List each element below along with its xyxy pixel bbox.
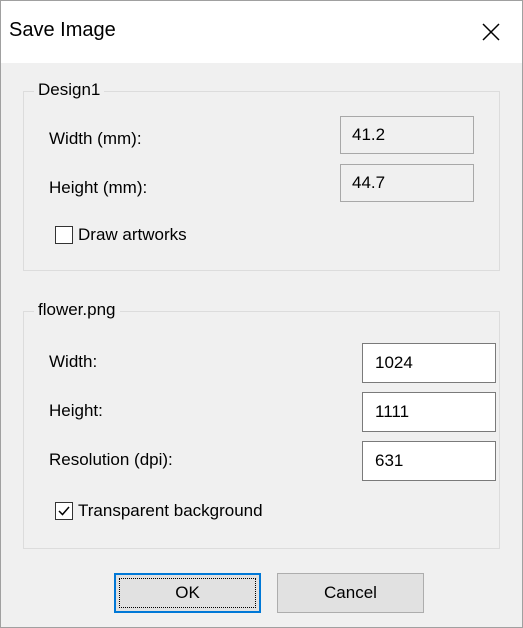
save-image-dialog: Save Image Design1 Width (mm): 41.2 Heig…: [0, 0, 523, 628]
image-width-label: Width:: [49, 352, 98, 371]
title-bar: Save Image: [1, 1, 522, 63]
resolution-label: Resolution (dpi):: [49, 450, 173, 469]
dialog-title: Save Image: [9, 19, 116, 41]
transparent-background-label: Transparent background: [78, 501, 263, 520]
close-icon: [482, 23, 500, 41]
ok-button[interactable]: OK: [114, 573, 261, 613]
draw-artworks-checkbox-box[interactable]: [55, 226, 73, 244]
image-height-input[interactable]: 1111: [362, 392, 496, 432]
transparent-background-checkbox[interactable]: Transparent background: [55, 501, 263, 521]
resolution-input[interactable]: 631: [362, 441, 496, 481]
design-group-legend: Design1: [34, 80, 105, 100]
cancel-button[interactable]: Cancel: [277, 573, 424, 613]
draw-artworks-label: Draw artworks: [78, 225, 187, 244]
focus-rect: [119, 578, 256, 608]
image-width-input[interactable]: 1024: [362, 343, 496, 383]
close-button[interactable]: [460, 1, 522, 63]
image-group-legend: flower.png: [34, 300, 120, 320]
design-height-value: 44.7: [340, 164, 474, 202]
cancel-button-label: Cancel: [324, 583, 377, 602]
checkmark-icon: [58, 506, 70, 516]
design-height-label: Height (mm):: [49, 178, 148, 197]
image-group: flower.png Width: 1024 Height: 1111 Reso…: [23, 300, 500, 549]
transparent-background-checkbox-box[interactable]: [55, 502, 73, 520]
image-height-label: Height:: [49, 401, 103, 420]
draw-artworks-checkbox[interactable]: Draw artworks: [55, 225, 187, 245]
design-width-value: 41.2: [340, 116, 474, 154]
design-group: Design1 Width (mm): 41.2 Height (mm): 44…: [23, 80, 500, 271]
design-width-label: Width (mm):: [49, 129, 142, 148]
